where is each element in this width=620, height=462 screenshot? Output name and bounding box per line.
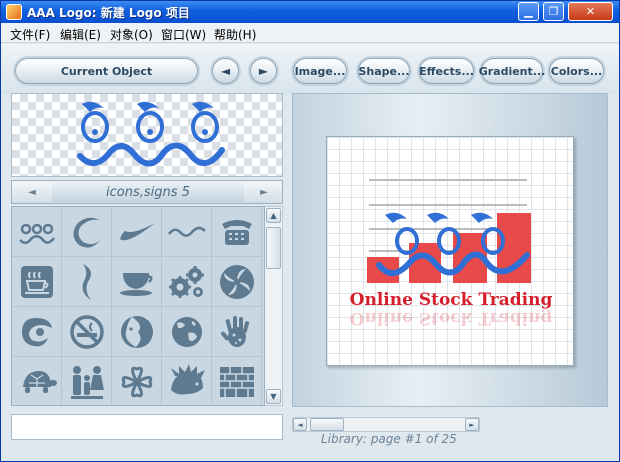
icon-cell[interactable] — [62, 307, 112, 357]
icon-cell[interactable] — [12, 207, 62, 257]
app-window: AAA Logo: 新建 Logo 项目 ▁ ❐ ✕ 文件(F) 编辑(E) 对… — [0, 0, 620, 462]
gradient-button[interactable]: Gradient... — [479, 58, 545, 84]
swoosh-ring-icon — [72, 217, 100, 248]
current-object-button[interactable]: Current Object — [15, 58, 198, 84]
gears-icon — [168, 265, 204, 298]
page-thumb[interactable] — [310, 418, 344, 431]
icon-cell[interactable] — [62, 207, 112, 257]
category-next-button[interactable]: ► — [246, 183, 282, 201]
icon-cell[interactable] — [162, 357, 212, 405]
logo-text: Online Stock Trading — [350, 290, 553, 310]
menu-window[interactable]: 窗口(W) — [161, 26, 206, 43]
canvas-area: Online Stock Trading Online Stock Tradin… — [292, 93, 608, 407]
wave-line-icon — [167, 226, 206, 237]
menu-help[interactable]: 帮助(H) — [214, 26, 256, 43]
library-scrollbar[interactable]: ▲ ▼ — [265, 206, 283, 406]
no-smoking-icon — [69, 314, 104, 349]
swoosh-check-icon — [119, 222, 155, 240]
library-panel: ◄ icons,signs 5 ► ▲ ▼ — [11, 93, 283, 408]
hedgehog-icon — [170, 363, 205, 394]
icon-cell[interactable] — [162, 307, 212, 357]
close-button[interactable]: ✕ — [568, 2, 613, 21]
toolbar: Current Object ◄ ► Image... Shape... Eff… — [1, 44, 619, 94]
icon-cell[interactable] — [12, 357, 62, 405]
library-category-bar: ◄ icons,signs 5 ► — [11, 180, 283, 204]
colors-button[interactable]: Colors... — [549, 58, 604, 84]
icon-cell[interactable] — [112, 257, 162, 307]
icon-cell[interactable] — [212, 207, 262, 257]
coffee-icon — [20, 265, 53, 298]
logo-text-reflection: Online Stock Trading — [350, 308, 553, 328]
window-title: AAA Logo: 新建 Logo 项目 — [27, 6, 190, 20]
handprint-icon — [220, 315, 249, 347]
object-preview — [11, 93, 283, 177]
menu-edit[interactable]: 编辑(E) — [60, 26, 101, 43]
waves-eyes-icon — [18, 223, 55, 244]
icon-cell[interactable] — [212, 357, 262, 405]
moon-face-icon — [120, 315, 153, 348]
logo-artwork: Online Stock Trading Online Stock Tradin… — [350, 179, 553, 328]
library-page-scrollbar[interactable]: ◄ ► — [292, 417, 480, 432]
status-field — [11, 414, 283, 440]
icon-cell[interactable] — [212, 307, 262, 357]
prev-object-button[interactable]: ◄ — [212, 58, 239, 84]
turtle-icon — [22, 370, 57, 393]
icon-cell[interactable] — [12, 257, 62, 307]
icon-cell[interactable] — [62, 357, 112, 405]
scroll-up-button[interactable]: ▲ — [266, 208, 281, 223]
icon-cell[interactable] — [112, 207, 162, 257]
logo-canvas[interactable]: Online Stock Trading Online Stock Tradin… — [326, 136, 574, 366]
spiral-icon — [21, 317, 52, 346]
category-prev-button[interactable]: ◄ — [14, 183, 50, 201]
icon-cell[interactable] — [112, 307, 162, 357]
icon-cell[interactable] — [162, 207, 212, 257]
category-label[interactable]: icons,signs 5 — [52, 182, 244, 202]
menu-object[interactable]: 对象(O) — [110, 26, 153, 43]
page-next-button[interactable]: ► — [465, 418, 479, 431]
pinwheel-icon — [219, 264, 254, 299]
effects-button[interactable]: Effects... — [419, 58, 474, 84]
scroll-down-button[interactable]: ▼ — [266, 389, 281, 404]
menu-bar: 文件(F) 编辑(E) 对象(O) 窗口(W) 帮助(H) — [1, 23, 619, 43]
current-object-icon — [77, 101, 225, 167]
icon-cell[interactable] — [212, 257, 262, 307]
globe-icon — [171, 316, 202, 347]
icon-cell[interactable] — [162, 257, 212, 307]
image-button[interactable]: Image... — [293, 58, 347, 84]
clover-icon — [121, 366, 152, 397]
teacup-icon — [119, 272, 153, 296]
icon-cell[interactable] — [12, 307, 62, 357]
telephone-icon — [221, 219, 252, 245]
icon-cell[interactable] — [62, 257, 112, 307]
shape-button[interactable]: Shape... — [358, 58, 410, 84]
restore-button[interactable]: ❐ — [543, 2, 564, 21]
minimize-button[interactable]: ▁ — [518, 2, 539, 21]
next-object-button[interactable]: ► — [250, 58, 277, 84]
app-icon — [6, 4, 22, 20]
icon-grid — [11, 206, 265, 406]
family-icon — [70, 365, 104, 399]
icon-cell[interactable] — [112, 357, 162, 405]
title-bar[interactable]: AAA Logo: 新建 Logo 项目 ▁ ❐ ✕ — [1, 1, 619, 23]
library-page-info: Library: page #1 of 25 — [321, 432, 457, 446]
scroll-thumb[interactable] — [266, 227, 281, 269]
s-curve-icon — [82, 263, 91, 300]
menu-file[interactable]: 文件(F) — [10, 26, 50, 43]
brick-wall-icon — [219, 366, 254, 397]
page-prev-button[interactable]: ◄ — [293, 418, 307, 431]
